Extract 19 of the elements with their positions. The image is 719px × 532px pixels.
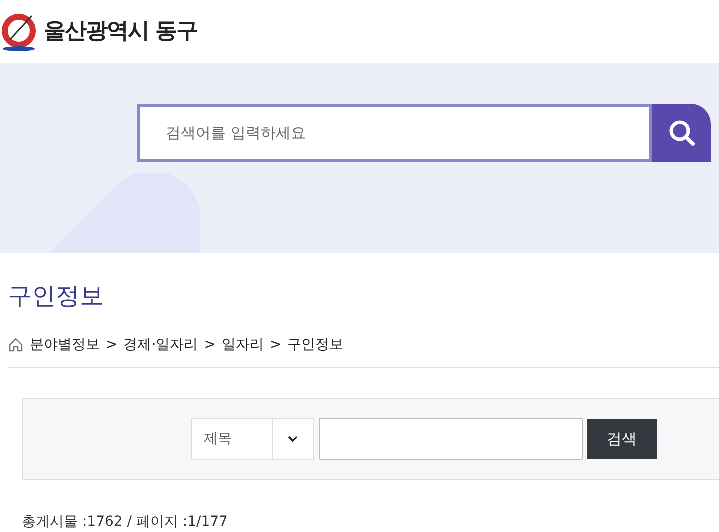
chevron-down-icon [288,436,298,442]
breadcrumb-link[interactable]: 분야별정보 [30,334,100,356]
keyword-field[interactable] [319,418,583,460]
breadcrumb-link[interactable]: 경제·일자리 [124,334,198,356]
field-select[interactable]: 제목 [191,418,314,460]
post-count: 총게시물 :1762 / 페이지 :1/177 [22,513,229,532]
search-submit-button[interactable]: 검색 [587,419,657,459]
home-icon[interactable] [8,337,24,353]
logo-icon [2,12,36,52]
search-icon [668,119,696,147]
search-button[interactable] [652,104,711,162]
search-field[interactable]: 검색어를 입력하세요 [137,104,652,162]
breadcrumb-link[interactable]: 구인정보 [288,334,344,356]
breadcrumb-separator: > [270,336,282,354]
breadcrumb-separator: > [106,336,118,354]
site-name[interactable]: 울산광역시 동구 [44,15,198,48]
breadcrumb-separator: > [204,336,216,354]
breadcrumb-link[interactable]: 일자리 [222,334,264,356]
page-title: 구인정보 [8,281,105,312]
